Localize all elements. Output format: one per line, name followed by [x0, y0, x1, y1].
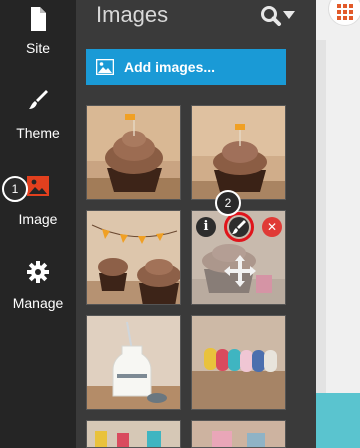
images-panel: Images Add images... i ✕ 2 — [76, 0, 316, 448]
rail-item-site[interactable]: Site — [0, 0, 76, 80]
info-icon[interactable]: i — [196, 217, 216, 237]
image-thumbnail-selected[interactable]: i ✕ — [191, 210, 286, 305]
panel-title: Images — [96, 2, 169, 27]
image-icon — [96, 59, 114, 75]
move-icon[interactable] — [224, 255, 256, 287]
cupcake-photo — [192, 106, 285, 199]
partial-photo — [87, 421, 180, 447]
highlight-ring — [224, 212, 254, 242]
search-icon — [261, 6, 281, 26]
cupcakes-bunting-photo — [87, 211, 180, 304]
partial-photo — [192, 421, 285, 447]
rail-item-label: Site — [25, 40, 51, 56]
rail-item-label: Image — [18, 211, 58, 227]
document-icon — [31, 7, 46, 31]
tape-rolls-photo — [192, 316, 285, 409]
cupcake-photo — [87, 106, 180, 199]
step-badge-1: 1 — [2, 176, 28, 202]
brush-icon — [29, 90, 48, 109]
image-thumbnail[interactable] — [86, 210, 181, 305]
add-images-button[interactable]: Add images... — [86, 49, 286, 85]
chevron-down-icon — [283, 11, 295, 19]
rail-item-theme[interactable]: Theme — [0, 84, 76, 164]
step-badge-2: 2 — [215, 190, 241, 216]
milk-bottle-photo — [87, 316, 180, 409]
canvas-scroll-strip[interactable] — [316, 40, 326, 448]
image-thumbnail[interactable] — [191, 105, 286, 200]
gear-icon — [27, 261, 49, 283]
rail-item-label: Theme — [16, 125, 60, 141]
grid-icon — [337, 4, 353, 20]
search-dropdown[interactable] — [259, 4, 299, 26]
image-thumbnail[interactable] — [191, 420, 286, 448]
image-thumbnail[interactable] — [191, 315, 286, 410]
rail-item-manage[interactable]: Manage — [0, 252, 76, 332]
add-images-label: Add images... — [124, 59, 216, 75]
teal-block — [316, 393, 360, 448]
image-thumbnail[interactable] — [86, 420, 181, 448]
image-thumbnail[interactable] — [86, 105, 181, 200]
image-thumbnail[interactable] — [86, 315, 181, 410]
delete-icon[interactable]: ✕ — [262, 217, 282, 237]
left-nav-rail: Site Theme Image Manage 1 — [0, 0, 76, 448]
rail-item-label: Manage — [12, 295, 64, 311]
image-icon — [27, 176, 49, 196]
